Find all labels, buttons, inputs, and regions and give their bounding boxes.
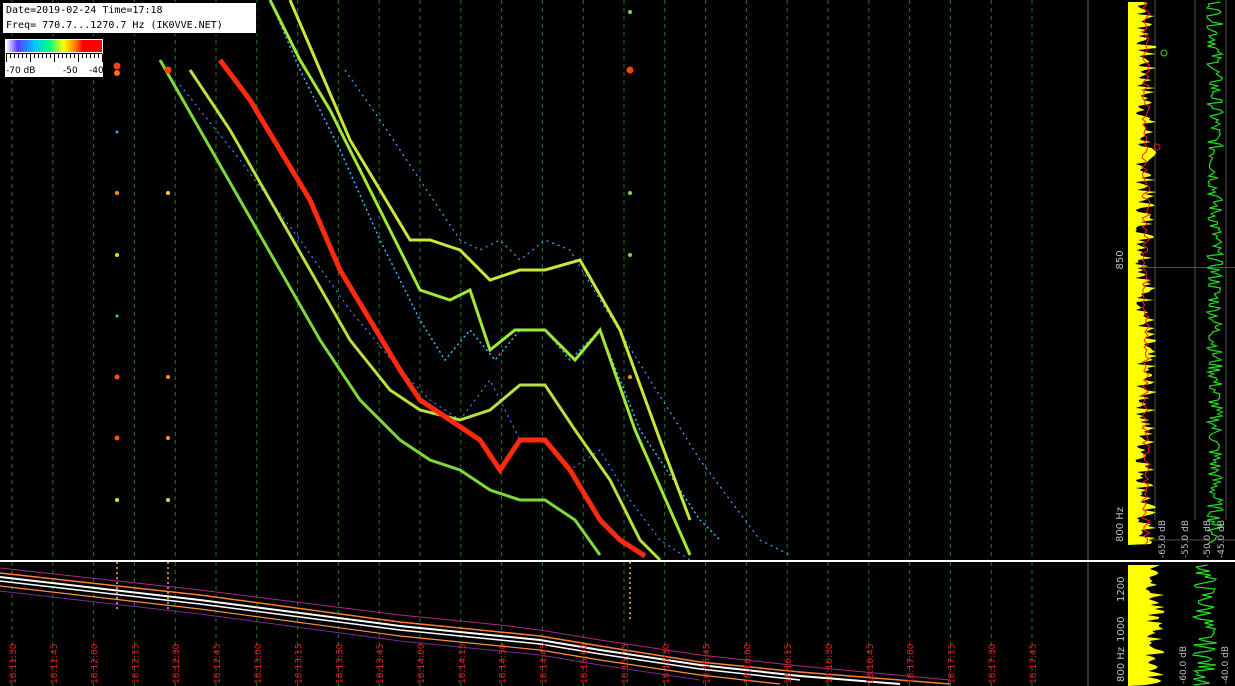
time-tick-label: 18:12:45 <box>213 644 223 684</box>
db-tick-label: -45.0 dB <box>1217 520 1227 558</box>
colorbar-ticks <box>6 53 103 64</box>
time-tick-label: 18:11:45 <box>50 644 60 684</box>
time-tick-label: 18:12:15 <box>131 644 141 684</box>
freq-tick-label: 800 Hz <box>1115 507 1126 542</box>
time-tick-label: 18:13:15 <box>295 644 305 684</box>
time-tick-label: 18:13:00 <box>254 643 264 684</box>
time-tick-label: 18:16:00 <box>743 643 753 684</box>
time-tick-label: 18:15:30 <box>662 643 672 684</box>
db-tick-label: -55.0 dB <box>1181 520 1191 558</box>
time-tick-label: 18:17:30 <box>988 643 998 684</box>
time-tick-label: 18:12:30 <box>172 643 182 684</box>
main-spectrogram <box>0 0 1088 560</box>
spectrogram-display: 12001150110010501000950900850800 Hz -65.… <box>0 0 1235 686</box>
colorbar-legend: -70 dB -50 -40 <box>4 38 104 78</box>
db-tick-label: -50.0 dB <box>1203 520 1213 558</box>
frequency-range-line: Freq= 770.7...1270.7 Hz (IK0VVE.NET) <box>6 20 223 31</box>
time-tick-label: 18:14:45 <box>539 644 549 684</box>
overview-freq-label: 1000 <box>1116 617 1127 642</box>
time-tick-label: 18:15:15 <box>621 644 631 684</box>
time-tick-label: 18:14:30 <box>499 643 509 684</box>
overview-db-label: -60.0 dB <box>1179 646 1189 684</box>
time-tick-label: 18:17:15 <box>947 644 957 684</box>
time-tick-label: 18:16:15 <box>784 644 794 684</box>
time-tick-label: 18:14:00 <box>417 643 427 684</box>
colorbar-label-mid: -50 <box>63 66 78 76</box>
colorbar-label-max: -40 <box>89 66 104 76</box>
panel-separator <box>0 560 1235 562</box>
time-tick-label: 18:15:00 <box>580 643 590 684</box>
time-tick-label: 18:16:30 <box>825 643 835 684</box>
time-tick-label: 18:11:30 <box>9 643 19 684</box>
overview-freq-label: 800 Hz <box>1116 647 1127 682</box>
time-tick-label: 18:13:30 <box>335 643 345 684</box>
time-tick-label: 18:17:00 <box>907 643 917 684</box>
overview-db-label: -40.0 dB <box>1221 646 1231 684</box>
info-box: Date=2019-02-24 Time=17:18 Freq= 770.7..… <box>2 2 257 34</box>
db-tick-label: -65.0 dB <box>1158 520 1168 558</box>
overview-freq-label: 1200 <box>1116 577 1127 602</box>
freq-tick-label: 850 <box>1115 250 1126 269</box>
overview-frequency-axis: 1200 1000 800 Hz <box>1116 577 1127 682</box>
time-tick-label: 18:13:45 <box>376 644 386 684</box>
time-tick-label: 18:15:45 <box>703 644 713 684</box>
time-tick-label: 18:17:45 <box>1029 644 1039 684</box>
colorbar-gradient <box>6 40 102 52</box>
time-tick-label: 18:14:15 <box>458 644 468 684</box>
colorbar-label-min: -70 dB <box>6 66 36 76</box>
time-tick-label: 18:16:45 <box>866 644 876 684</box>
date-time-line: Date=2019-02-24 Time=17:18 <box>6 5 163 16</box>
overview-spectrum-panel <box>1088 562 1235 686</box>
time-tick-label: 18:12:00 <box>91 643 101 684</box>
